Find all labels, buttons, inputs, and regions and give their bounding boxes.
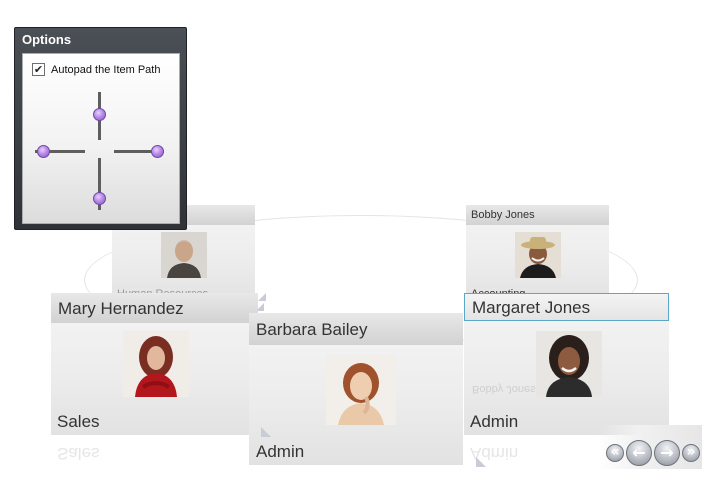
options-content: ✔ Autopad the Item Path [22, 53, 180, 224]
carousel-navigation: « ← → » [598, 425, 702, 469]
employee-photo [515, 232, 561, 278]
padding-left-slider-thumb[interactable] [37, 145, 50, 158]
double-right-icon[interactable]: » [682, 444, 700, 462]
card-name-header: Barbara Bailey [249, 313, 463, 345]
resize-corner-icon [258, 293, 266, 301]
card-reflection: Sales [57, 444, 100, 463]
employee-photo [326, 355, 396, 425]
resize-corner-icon [261, 427, 271, 437]
card-reflection: Bobby Jones [472, 383, 536, 395]
carousel-card-front-left[interactable]: Mary Hernandez Sales Sales [51, 293, 266, 463]
carousel-card-front-center[interactable]: Barbara Bailey Admin [249, 313, 463, 465]
padding-bottom-slider-thumb[interactable] [93, 192, 106, 205]
padding-top-slider-thumb[interactable] [93, 108, 106, 121]
padding-right-slider-thumb[interactable] [151, 145, 164, 158]
options-panel: Options ✔ Autopad the Item Path [14, 27, 187, 230]
employee-photo [161, 232, 207, 278]
carousel-card-back-right[interactable]: Bobby Jones Accounting [466, 205, 618, 311]
card-department: Sales [57, 412, 100, 431]
autopad-checkbox[interactable]: ✔ [32, 63, 45, 76]
employee-photo [123, 331, 189, 397]
arrow-left-icon[interactable]: ← [626, 440, 652, 466]
card-name-header: Margaret Jones [464, 293, 669, 321]
resize-corner-icon [476, 457, 486, 467]
card-name-header: Bobby Jones [466, 205, 609, 225]
card-department: Admin [256, 442, 305, 461]
card-department: Admin [470, 412, 519, 431]
arrow-right-icon[interactable]: → [654, 440, 680, 466]
card-name-header: Mary Hernandez [51, 293, 258, 323]
carousel-card-front-right[interactable]: Margaret Jones Bobby Jones Admin Admin [464, 293, 669, 467]
employee-photo [536, 331, 602, 397]
autopad-checkbox-label[interactable]: Autopad the Item Path [51, 64, 160, 76]
double-left-icon[interactable]: « [606, 444, 624, 462]
options-title: Options [22, 32, 72, 47]
